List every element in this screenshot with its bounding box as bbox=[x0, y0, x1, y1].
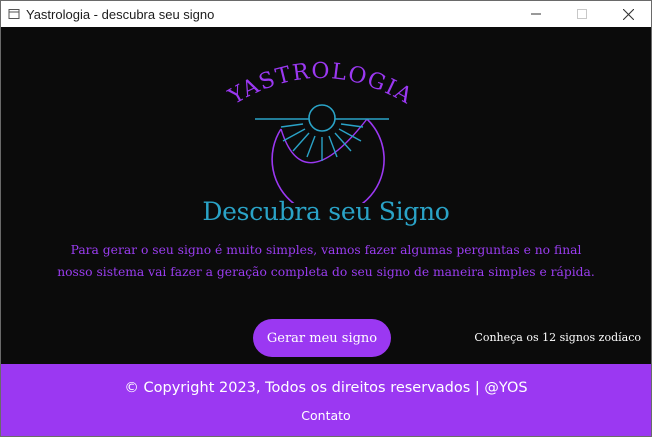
title-bar[interactable]: Yastrologia - descubra seu signo bbox=[1, 1, 651, 27]
window-controls bbox=[513, 1, 651, 27]
copyright-text: © Copyright 2023, Todos os direitos rese… bbox=[124, 380, 528, 396]
maximize-button[interactable] bbox=[559, 1, 605, 27]
minimize-button[interactable] bbox=[513, 1, 559, 27]
app-window: Yastrologia - descubra seu signo YASTROL… bbox=[0, 0, 652, 437]
zodiac-signs-link[interactable]: Conheça os 12 signos zodíaco bbox=[474, 331, 641, 344]
sun-moon-icon bbox=[255, 104, 389, 203]
logo: YASTROLOGIA bbox=[221, 53, 421, 203]
footer: © Copyright 2023, Todos os direitos rese… bbox=[1, 364, 651, 436]
intro-text: Para gerar o seu signo é muito simples, … bbox=[21, 239, 631, 283]
maximize-icon bbox=[577, 9, 587, 19]
window-title: Yastrologia - descubra seu signo bbox=[26, 6, 215, 22]
close-button[interactable] bbox=[605, 1, 651, 27]
contact-link[interactable]: Contato bbox=[1, 408, 651, 423]
close-icon bbox=[622, 8, 634, 20]
minimize-icon bbox=[531, 13, 541, 15]
page-headline: Descubra seu Signo bbox=[202, 197, 450, 226]
app-icon bbox=[8, 9, 20, 19]
generate-sign-button[interactable]: Gerar meu signo bbox=[253, 319, 391, 357]
main-content: YASTROLOGIA Descubra seu Signo Para gera… bbox=[1, 27, 651, 364]
intro-line-1: Para gerar o seu signo é muito simples, … bbox=[70, 243, 582, 257]
intro-line-2: nosso sistema vai fazer a geração comple… bbox=[57, 265, 595, 279]
